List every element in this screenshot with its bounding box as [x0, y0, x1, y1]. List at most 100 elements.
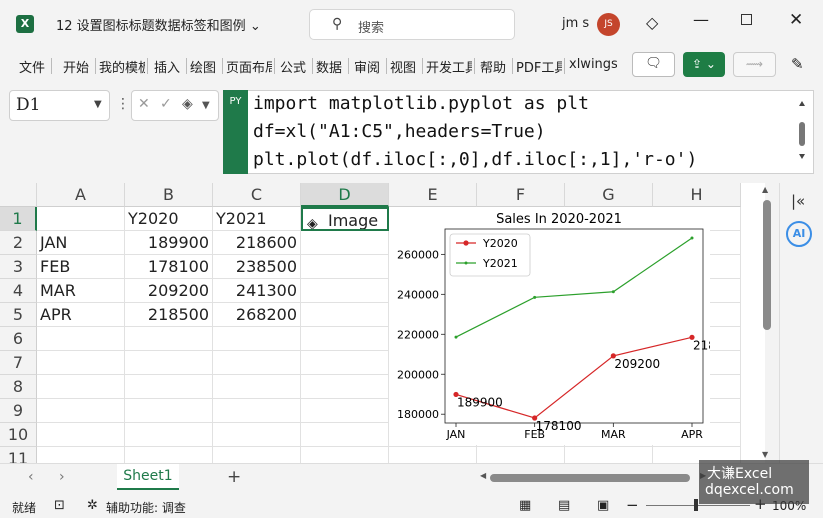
- collapse-panel-icon[interactable]: |«: [791, 192, 805, 210]
- tab-prev-icon[interactable]: ‹: [28, 469, 34, 485]
- tab-next-icon[interactable]: ›: [59, 469, 65, 485]
- cell[interactable]: [125, 327, 213, 351]
- share-button[interactable]: ⇪ ⌄: [683, 52, 725, 77]
- cancel-icon[interactable]: ✕: [138, 96, 150, 112]
- row-header[interactable]: 9: [0, 399, 37, 423]
- cell[interactable]: 241300: [213, 279, 301, 303]
- cell[interactable]: [37, 351, 125, 375]
- row-header[interactable]: 1: [0, 207, 37, 231]
- cell[interactable]: [477, 447, 565, 463]
- cell[interactable]: [301, 279, 389, 303]
- cell[interactable]: APR: [37, 303, 125, 327]
- cell[interactable]: Y2021: [213, 207, 301, 231]
- cell[interactable]: FEB: [37, 255, 125, 279]
- menu-item[interactable]: xlwings: [569, 57, 617, 72]
- column-header[interactable]: A: [37, 183, 125, 207]
- confirm-icon[interactable]: ✓: [160, 96, 172, 112]
- cell[interactable]: [37, 375, 125, 399]
- scroll-up-icon[interactable]: ▲: [762, 185, 768, 194]
- menu-item[interactable]: 页面布局: [226, 57, 272, 76]
- zoom-slider[interactable]: [646, 505, 750, 506]
- close-icon[interactable]: ✕: [789, 10, 803, 30]
- page-break-view-icon[interactable]: ▣: [597, 498, 609, 513]
- cell[interactable]: [213, 327, 301, 351]
- menu-item[interactable]: 文件: [19, 57, 49, 76]
- row-header[interactable]: 8: [0, 375, 37, 399]
- cell[interactable]: [213, 351, 301, 375]
- premium-diamond-icon[interactable]: ◇: [646, 13, 658, 32]
- cell[interactable]: 218600: [213, 231, 301, 255]
- menu-item[interactable]: 我的模板: [99, 57, 145, 76]
- cell[interactable]: [301, 447, 389, 463]
- cell[interactable]: [301, 231, 389, 255]
- cell[interactable]: [213, 399, 301, 423]
- cell[interactable]: [37, 447, 125, 463]
- cell[interactable]: [37, 327, 125, 351]
- normal-view-icon[interactable]: ▦: [519, 498, 531, 513]
- cell[interactable]: [389, 447, 477, 463]
- activity-button[interactable]: ⟿: [733, 52, 776, 77]
- row-header[interactable]: 4: [0, 279, 37, 303]
- cell[interactable]: MAR: [37, 279, 125, 303]
- minimize-icon[interactable]: —: [693, 10, 709, 29]
- horizontal-scroll-thumb[interactable]: [490, 474, 690, 482]
- vertical-scroll-thumb[interactable]: [763, 200, 771, 330]
- page-layout-view-icon[interactable]: ▤: [558, 498, 570, 513]
- menu-item[interactable]: PDF工具: [516, 57, 562, 76]
- cell[interactable]: 189900: [125, 231, 213, 255]
- row-header[interactable]: 10: [0, 423, 37, 447]
- menu-item[interactable]: 绘图: [190, 57, 220, 76]
- row-header[interactable]: 5: [0, 303, 37, 327]
- row-header[interactable]: 7: [0, 351, 37, 375]
- python-code-editor[interactable]: import matplotlib.pyplot as plt df=xl("A…: [248, 90, 814, 174]
- cell[interactable]: [301, 303, 389, 327]
- column-header[interactable]: C: [213, 183, 301, 207]
- search-box[interactable]: ⚲ 搜索: [309, 9, 515, 40]
- menu-item[interactable]: 审阅: [354, 57, 384, 76]
- row-header[interactable]: 6: [0, 327, 37, 351]
- cell[interactable]: [125, 399, 213, 423]
- select-all-corner[interactable]: [0, 183, 37, 207]
- name-box[interactable]: D1 ▼: [9, 90, 110, 121]
- row-header[interactable]: 2: [0, 231, 37, 255]
- cell[interactable]: [125, 351, 213, 375]
- column-header[interactable]: E: [389, 183, 477, 207]
- sales-line-chart[interactable]: Sales In 2020-2021 180000 200000 220000 240…: [389, 207, 710, 445]
- cell[interactable]: [301, 423, 389, 447]
- row-header[interactable]: 11: [0, 447, 37, 463]
- cell[interactable]: [301, 351, 389, 375]
- column-header[interactable]: G: [565, 183, 653, 207]
- cell[interactable]: 218500: [125, 303, 213, 327]
- scroll-down-icon[interactable]: ▼: [762, 450, 768, 459]
- cell[interactable]: [213, 423, 301, 447]
- cell[interactable]: [301, 327, 389, 351]
- cell[interactable]: [125, 447, 213, 463]
- tab-sheet1[interactable]: Sheet1: [117, 464, 179, 490]
- menu-item[interactable]: 插入: [154, 57, 184, 76]
- column-header[interactable]: H: [653, 183, 741, 207]
- cell[interactable]: [37, 423, 125, 447]
- accessibility-status[interactable]: 辅助功能: 调查: [106, 499, 186, 516]
- document-title[interactable]: 12 设置图标标题数据标签和图例 ⌄: [56, 15, 261, 34]
- macro-record-icon[interactable]: ⊡: [54, 498, 65, 513]
- row-header[interactable]: 3: [0, 255, 37, 279]
- chevron-down-icon[interactable]: ▼: [202, 100, 210, 111]
- cell[interactable]: [301, 399, 389, 423]
- cell[interactable]: [301, 375, 389, 399]
- scroll-left-icon[interactable]: ◀: [480, 471, 486, 480]
- menu-item[interactable]: 视图: [390, 57, 420, 76]
- code-scrollbar[interactable]: [798, 100, 806, 160]
- column-header[interactable]: F: [477, 183, 565, 207]
- cell[interactable]: [37, 399, 125, 423]
- cell[interactable]: 209200: [125, 279, 213, 303]
- cell[interactable]: [301, 255, 389, 279]
- more-options-icon[interactable]: ⋮: [116, 96, 130, 112]
- avatar[interactable]: JS: [597, 13, 620, 36]
- comments-button[interactable]: 🗨: [632, 52, 675, 77]
- cell[interactable]: Y2020: [125, 207, 213, 231]
- cell[interactable]: [37, 207, 125, 231]
- add-sheet-button[interactable]: +: [227, 467, 241, 487]
- menu-item[interactable]: 公式: [280, 57, 310, 76]
- cell[interactable]: JAN: [37, 231, 125, 255]
- maximize-icon[interactable]: [741, 14, 752, 25]
